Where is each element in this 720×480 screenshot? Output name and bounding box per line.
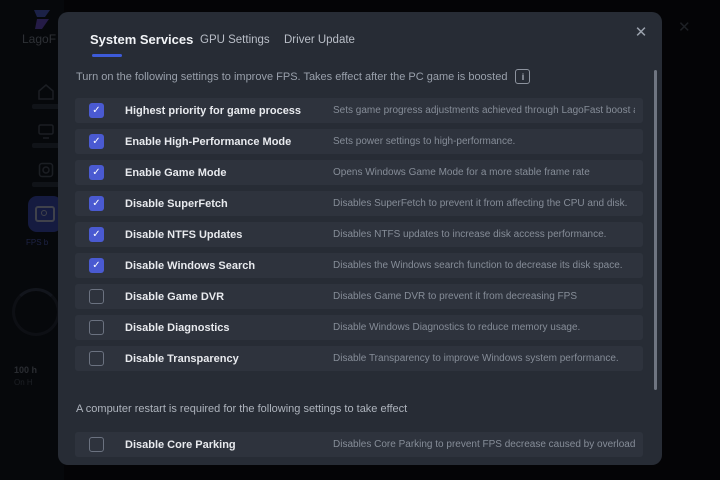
checkbox[interactable]: ✓ bbox=[89, 289, 104, 304]
restart-note: A computer restart is required for the f… bbox=[76, 403, 407, 415]
setting-label: Disable Diagnostics bbox=[125, 322, 230, 334]
checkmark-icon: ✓ bbox=[92, 199, 100, 209]
setting-description: Sets game progress adjustments achieved … bbox=[333, 105, 635, 116]
checkbox[interactable]: ✓ bbox=[89, 258, 104, 273]
setting-row: ✓ Disable Transparency Disable Transpare… bbox=[75, 346, 643, 371]
setting-label: Disable SuperFetch bbox=[125, 198, 228, 210]
checkbox[interactable]: ✓ bbox=[89, 437, 104, 452]
setting-label: Disable Windows Search bbox=[125, 260, 255, 272]
checkmark-icon: ✓ bbox=[92, 230, 100, 240]
setting-label: Disable Game DVR bbox=[125, 291, 224, 303]
tab-gpu-settings[interactable]: GPU Settings bbox=[200, 34, 270, 46]
checkbox[interactable]: ✓ bbox=[89, 320, 104, 335]
setting-row: ✓ Disable Game DVR Disables Game DVR to … bbox=[75, 284, 643, 309]
scrollbar-thumb[interactable] bbox=[654, 70, 657, 390]
restart-settings-list: ✓ Disable Core Parking Disables Core Par… bbox=[75, 432, 645, 463]
settings-dialog: System Services GPU Settings Driver Upda… bbox=[58, 12, 662, 465]
info-icon[interactable]: i bbox=[515, 69, 530, 84]
close-icon[interactable]: ✕ bbox=[632, 24, 650, 42]
checkbox[interactable]: ✓ bbox=[89, 103, 104, 118]
checkbox[interactable]: ✓ bbox=[89, 134, 104, 149]
setting-label: Enable High-Performance Mode bbox=[125, 136, 291, 148]
settings-list: ✓ Highest priority for game process Sets… bbox=[75, 98, 645, 377]
checkmark-icon: ✓ bbox=[92, 168, 100, 178]
setting-description: Sets power settings to high-performance. bbox=[333, 136, 515, 147]
setting-description: Disables NTFS updates to increase disk a… bbox=[333, 229, 606, 240]
setting-description: Disables Core Parking to prevent FPS dec… bbox=[333, 439, 635, 450]
tab-driver-update[interactable]: Driver Update bbox=[284, 34, 355, 46]
setting-row: ✓ Disable SuperFetch Disables SuperFetch… bbox=[75, 191, 643, 216]
setting-row: ✓ Enable High-Performance Mode Sets powe… bbox=[75, 129, 643, 154]
checkmark-icon: ✓ bbox=[92, 137, 100, 147]
checkbox[interactable]: ✓ bbox=[89, 165, 104, 180]
subtitle-text: Turn on the following settings to improv… bbox=[76, 71, 507, 83]
dialog-subtitle: Turn on the following settings to improv… bbox=[76, 69, 530, 84]
setting-row: ✓ Highest priority for game process Sets… bbox=[75, 98, 643, 123]
setting-description: Disable Transparency to improve Windows … bbox=[333, 353, 619, 364]
setting-description: Disables Game DVR to prevent it from dec… bbox=[333, 291, 577, 302]
checkbox[interactable]: ✓ bbox=[89, 351, 104, 366]
setting-description: Opens Windows Game Mode for a more stabl… bbox=[333, 167, 590, 178]
setting-row: ✓ Enable Game Mode Opens Windows Game Mo… bbox=[75, 160, 643, 185]
setting-row: ✓ Disable NTFS Updates Disables NTFS upd… bbox=[75, 222, 643, 247]
app-window: LagoF bbox=[0, 0, 720, 480]
checkmark-icon: ✓ bbox=[92, 261, 100, 271]
setting-row: ✓ Disable Diagnostics Disable Windows Di… bbox=[75, 315, 643, 340]
setting-label: Disable Transparency bbox=[125, 353, 239, 365]
setting-label: Enable Game Mode bbox=[125, 167, 226, 179]
tab-system-services[interactable]: System Services bbox=[90, 32, 193, 47]
active-tab-underline bbox=[92, 54, 122, 57]
setting-label: Highest priority for game process bbox=[125, 105, 301, 117]
setting-row: ✓ Disable Windows Search Disables the Wi… bbox=[75, 253, 643, 278]
setting-description: Disables SuperFetch to prevent it from a… bbox=[333, 198, 627, 209]
setting-label: Disable Core Parking bbox=[125, 439, 236, 451]
setting-row: ✓ Disable Core Parking Disables Core Par… bbox=[75, 432, 643, 457]
checkmark-icon: ✓ bbox=[92, 106, 100, 116]
checkbox[interactable]: ✓ bbox=[89, 196, 104, 211]
checkbox[interactable]: ✓ bbox=[89, 227, 104, 242]
setting-description: Disable Windows Diagnostics to reduce me… bbox=[333, 322, 580, 333]
setting-description: Disables the Windows search function to … bbox=[333, 260, 623, 271]
setting-label: Disable NTFS Updates bbox=[125, 229, 242, 241]
